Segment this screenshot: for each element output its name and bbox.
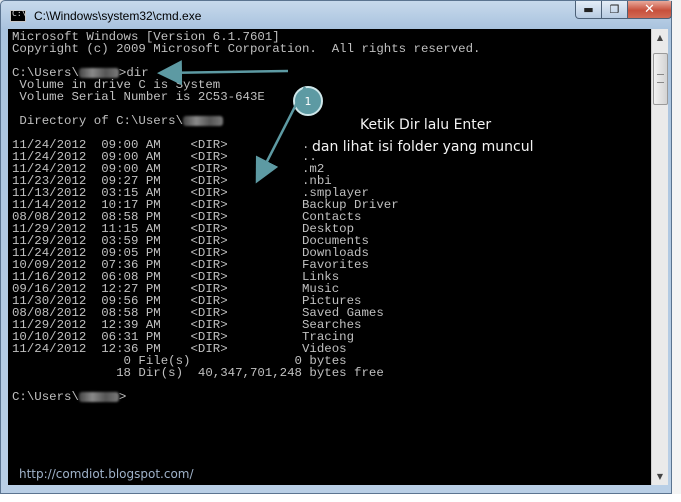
console-area[interactable]: Microsoft Windows [Version 6.1.7601] Copy… <box>8 29 651 485</box>
redacted-username <box>183 115 224 126</box>
annotation-line-1: Ketik Dir lalu Enter <box>360 117 492 133</box>
console-line: Copyright (c) 2009 Microsoft Corporation… <box>12 42 481 56</box>
cmd-icon[interactable]: C:\ <box>10 9 26 22</box>
window-controls: ▬ ❐ ✕ <box>575 1 672 21</box>
background-page-strip-bottom <box>0 494 681 502</box>
window-title: C:\Windows\system32\cmd.exe <box>34 9 202 23</box>
console-line: 18 Dir(s) 40,347,701,248 bytes free <box>12 366 384 380</box>
console-output: Microsoft Windows [Version 6.1.7601] Copy… <box>12 31 480 403</box>
close-button[interactable]: ✕ <box>628 1 672 19</box>
redacted-username <box>78 391 119 402</box>
console-line: C:\Users\ > <box>12 390 127 404</box>
scroll-thumb[interactable] <box>653 53 668 105</box>
console-line: Volume Serial Number is 2C53-643E <box>12 90 265 104</box>
maximize-button[interactable]: ❐ <box>602 1 628 19</box>
step-badge: 1 <box>293 86 323 116</box>
console-line: C:\Users\ >dir <box>12 66 149 80</box>
minimize-button[interactable]: ▬ <box>575 1 602 19</box>
scroll-down-icon[interactable]: ▼ <box>652 468 668 485</box>
background-page-edge <box>672 0 681 494</box>
scroll-up-icon[interactable]: ▲ <box>652 29 668 46</box>
watermark-url: http://comdiot.blogspot.com/ <box>19 467 194 481</box>
title-bar[interactable]: C:\ C:\Windows\system32\cmd.exe ▬ ❐ ✕ <box>1 1 672 29</box>
vertical-scrollbar[interactable]: ▲ ▼ <box>651 29 668 485</box>
redacted-username <box>78 67 119 78</box>
annotation-line-2: dan lihat isi folder yang muncul <box>312 139 534 155</box>
